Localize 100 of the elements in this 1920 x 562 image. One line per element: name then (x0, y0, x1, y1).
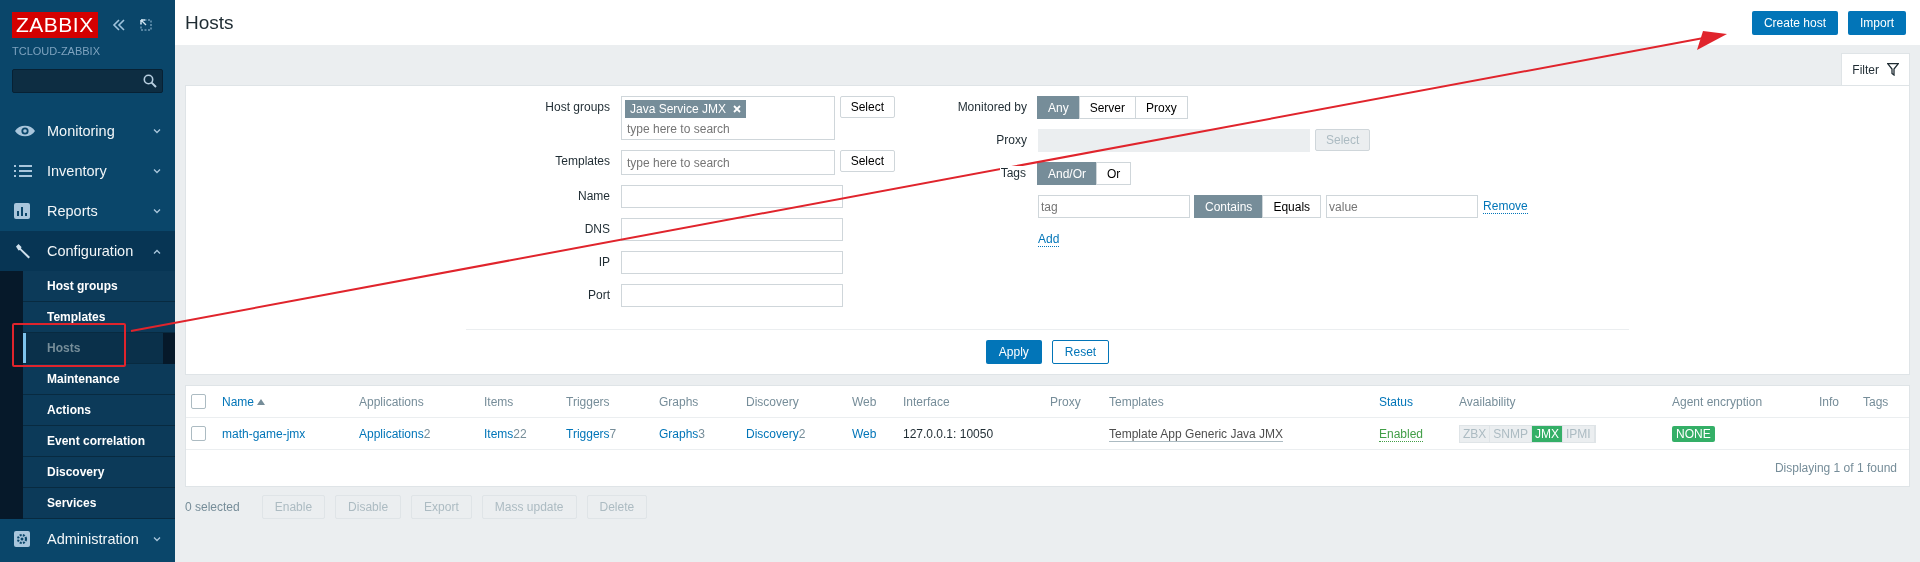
text-field[interactable] (621, 218, 843, 241)
column-header: Proxy (1050, 394, 1081, 409)
column-header: Info (1819, 394, 1839, 409)
field-label: Name (577, 188, 611, 203)
chevron-icon (153, 248, 161, 254)
filter-icon (1887, 63, 1899, 76)
table-footer: Displaying 1 of 1 found (186, 450, 1909, 486)
chevron-icon (153, 128, 161, 134)
menu-item[interactable]: Monitoring (0, 111, 175, 151)
column-header: Availability (1459, 394, 1516, 409)
select-button[interactable]: Select (839, 150, 895, 172)
collapse-icon[interactable] (111, 19, 126, 31)
column-header: Applications (359, 394, 424, 409)
select-button[interactable]: Select (839, 96, 895, 118)
search-field[interactable] (12, 69, 163, 93)
menu-item[interactable]: Reports (0, 191, 175, 231)
reset-button[interactable]: Reset (1051, 340, 1110, 364)
header-button[interactable]: Import (1848, 10, 1906, 35)
segment-button[interactable]: And/Or (1037, 162, 1097, 185)
wrench-icon (14, 242, 32, 260)
field-label: Monitored by (956, 99, 1028, 114)
remove-link[interactable]: Remove (1483, 195, 1528, 214)
count-text: 22 (513, 426, 527, 441)
menu-item[interactable]: Administration (0, 519, 175, 559)
menu-item[interactable]: Configuration (0, 231, 175, 271)
cell-link[interactable]: Triggers (566, 426, 610, 441)
encryption-badge: NONE (1672, 425, 1715, 442)
submenu-item[interactable]: Event correlation (23, 426, 175, 457)
filter-tab[interactable]: Filter (1841, 53, 1910, 85)
table-cell-text: 127.0.0.1: 10050 (903, 426, 995, 441)
column-header: Triggers (566, 394, 610, 409)
close-icon[interactable] (733, 104, 742, 113)
value-field[interactable]: value (1326, 195, 1479, 218)
submenu-item[interactable]: Hosts (23, 333, 163, 364)
tag-chip: Java Service JMX (625, 99, 747, 118)
segment-button[interactable]: Contains (1194, 195, 1264, 218)
template-link[interactable]: Template App Generic Java JMX (1109, 426, 1284, 442)
chevron-icon (153, 208, 161, 214)
status-link[interactable]: Enabled (1379, 426, 1424, 442)
checkbox[interactable] (191, 426, 206, 441)
submenu-item[interactable]: Host groups (23, 271, 175, 302)
field-label: IP (597, 254, 611, 269)
count-text: 2 (798, 426, 806, 441)
field-label: Port (587, 287, 611, 302)
availability-badge: IPMI (1563, 425, 1595, 442)
field-label: Host groups (544, 99, 611, 114)
cell-link[interactable]: Web (852, 426, 877, 441)
chevron-icon (153, 536, 161, 542)
segment-button[interactable]: Equals (1262, 195, 1322, 218)
page-title: Hosts (185, 11, 234, 34)
search-icon[interactable] (143, 74, 157, 88)
column-header: Items (484, 394, 514, 409)
text-field[interactable] (621, 284, 843, 307)
column-header: Tags (1863, 394, 1889, 409)
availability-badge: ZBX (1460, 425, 1491, 442)
cell-link[interactable]: Discovery (746, 426, 799, 441)
text-field[interactable] (621, 251, 843, 274)
column-header[interactable]: Name (222, 394, 254, 409)
server-name: TCLOUD-ZABBIX (11, 44, 101, 57)
list-icon (14, 165, 32, 177)
submenu-item[interactable]: Templates (23, 302, 175, 333)
segment-button[interactable]: Proxy (1135, 96, 1188, 119)
cell-link[interactable]: Graphs (659, 426, 699, 441)
cell-link[interactable]: Items (484, 426, 514, 441)
multiselect-field[interactable]: Java Service JMX type here to search (621, 96, 835, 140)
field-label: Tags (999, 166, 1027, 180)
menu-item[interactable]: Inventory (0, 151, 175, 191)
cell-link[interactable]: Applications (359, 426, 424, 441)
checkbox[interactable] (191, 394, 206, 409)
submenu-item[interactable]: Actions (23, 395, 175, 426)
tag-field[interactable]: tag (1038, 195, 1190, 218)
multiselect-field[interactable]: type here to search (621, 150, 835, 175)
logo[interactable]: ZABBIX (12, 12, 98, 38)
availability-badge: SNMP (1490, 425, 1532, 442)
host-link[interactable]: math-game-jmx (222, 426, 306, 441)
segment-button[interactable]: Any (1037, 96, 1080, 119)
count-text: 7 (609, 426, 617, 441)
column-header: Templates (1109, 394, 1164, 409)
column-header: Graphs (659, 394, 699, 409)
column-header: Interface (903, 394, 950, 409)
submenu-item[interactable]: Services (23, 488, 175, 519)
bar-chart-icon (14, 203, 30, 219)
submenu-item[interactable]: Maintenance (23, 364, 175, 395)
count-text: 2 (423, 426, 431, 441)
field-label: Proxy (995, 132, 1028, 147)
chevron-icon (153, 168, 161, 174)
add-link[interactable]: Add (1038, 228, 1060, 247)
column-header: Discovery (746, 394, 799, 409)
column-header[interactable]: Status (1379, 394, 1414, 409)
column-header: Web (852, 394, 877, 409)
header-button[interactable]: Create host (1751, 10, 1838, 35)
fullscreen-icon[interactable] (139, 19, 152, 31)
gear-icon (14, 531, 30, 547)
selected-count: 0 selected (185, 500, 240, 514)
eye-icon (14, 124, 36, 138)
segment-button[interactable]: Server (1078, 96, 1137, 119)
segment-button[interactable]: Or (1096, 162, 1132, 185)
submenu-item[interactable]: Discovery (23, 457, 175, 488)
text-field[interactable] (621, 185, 843, 208)
apply-button[interactable]: Apply (985, 340, 1042, 364)
